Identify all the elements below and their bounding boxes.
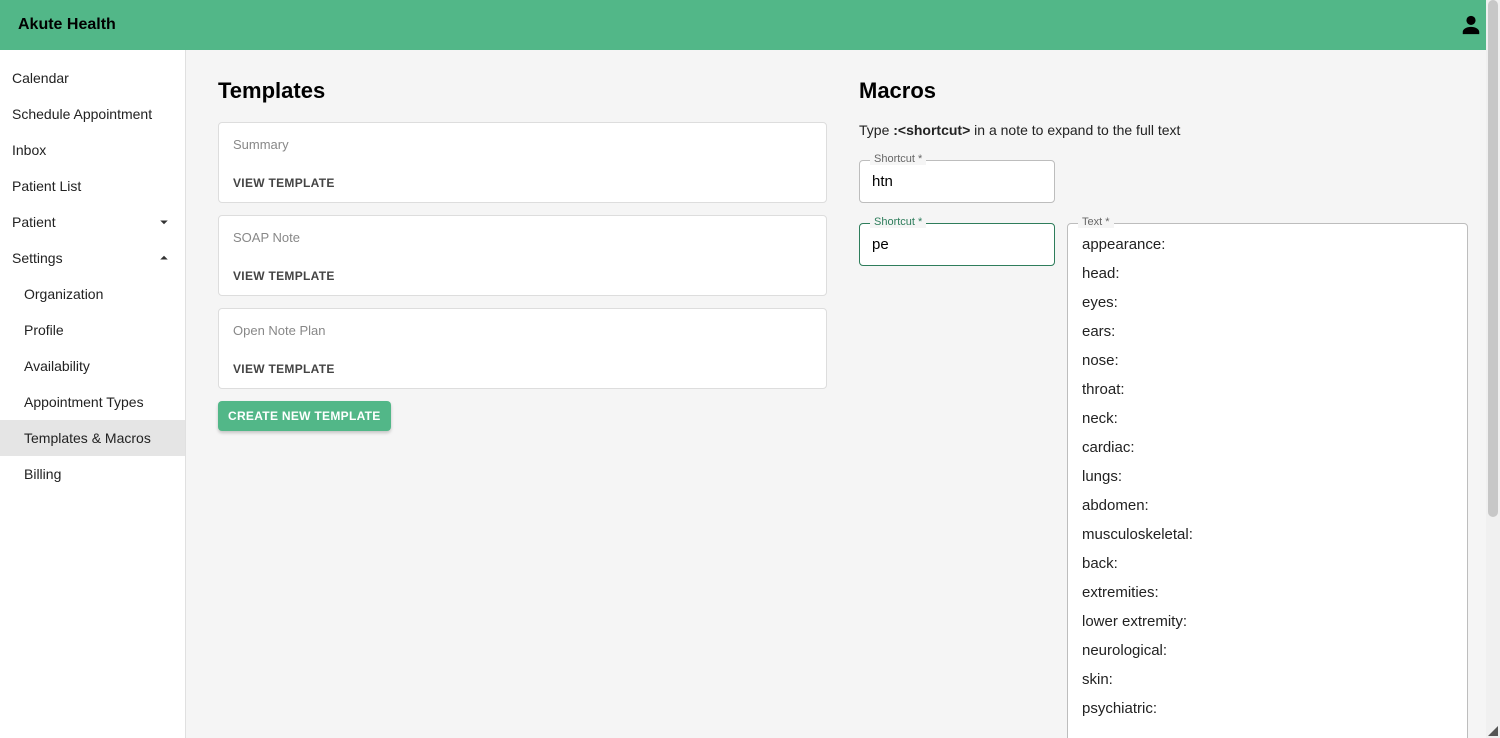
sidebar-item-billing[interactable]: Billing: [0, 456, 185, 492]
macro-text-line: extremities:: [1082, 584, 1453, 601]
sidebar-item-label: Calendar: [12, 70, 69, 86]
macro-text-line: neck:: [1082, 410, 1453, 427]
sidebar-item-organization[interactable]: Organization: [0, 276, 185, 312]
template-card: Summary VIEW TEMPLATE: [218, 122, 827, 203]
sidebar-item-label: Availability: [24, 358, 90, 374]
view-template-button[interactable]: VIEW TEMPLATE: [233, 362, 335, 376]
macros-description: Type :<shortcut> in a note to expand to …: [859, 122, 1468, 138]
template-name: Summary: [233, 137, 812, 152]
resize-grip-icon: [1488, 726, 1498, 736]
sidebar-item-templates-macros[interactable]: Templates & Macros: [0, 420, 185, 456]
template-card: SOAP Note VIEW TEMPLATE: [218, 215, 827, 296]
macro-text-line: abdomen:: [1082, 497, 1453, 514]
template-name: Open Note Plan: [233, 323, 812, 338]
template-card: Open Note Plan VIEW TEMPLATE: [218, 308, 827, 389]
field-label: Shortcut *: [870, 154, 926, 165]
macro-row-editing: Shortcut * Text * appearance:head:eyes:e…: [859, 223, 1468, 738]
macros-title: Macros: [859, 78, 1468, 104]
macro-text-line: head:: [1082, 265, 1453, 282]
sidebar-item-label: Settings: [12, 250, 63, 266]
view-template-button[interactable]: VIEW TEMPLATE: [233, 269, 335, 283]
field-label: Text *: [1078, 217, 1114, 228]
sidebar-item-patient[interactable]: Patient: [0, 204, 185, 240]
template-name: SOAP Note: [233, 230, 812, 245]
shortcut-input[interactable]: [860, 161, 1054, 202]
shortcut-input[interactable]: [860, 224, 1054, 265]
macro-text-line: eyes:: [1082, 294, 1453, 311]
macro-row: Shortcut *: [859, 160, 1468, 203]
macro-text-line: ears:: [1082, 323, 1453, 340]
scrollbar[interactable]: [1486, 0, 1500, 738]
scrollbar-thumb[interactable]: [1488, 0, 1498, 517]
macros-section: Macros Type :<shortcut> in a note to exp…: [859, 78, 1468, 710]
sidebar-item-calendar[interactable]: Calendar: [0, 60, 185, 96]
sidebar-item-label: Patient List: [12, 178, 81, 194]
chevron-down-icon: [155, 213, 173, 231]
brand-title: Akute Health: [18, 16, 116, 34]
appbar: Akute Health: [0, 0, 1500, 50]
shortcut-field[interactable]: Shortcut *: [859, 223, 1055, 266]
sidebar-item-settings[interactable]: Settings: [0, 240, 185, 276]
sidebar-item-schedule-appointment[interactable]: Schedule Appointment: [0, 96, 185, 132]
macro-text-line: skin:: [1082, 671, 1453, 688]
sidebar-item-label: Schedule Appointment: [12, 106, 152, 122]
macro-text-line: nose:: [1082, 352, 1453, 369]
macro-text-line: back:: [1082, 555, 1453, 572]
templates-section: Templates Summary VIEW TEMPLATE SOAP Not…: [218, 78, 827, 710]
sidebar-item-profile[interactable]: Profile: [0, 312, 185, 348]
field-label: Shortcut *: [870, 217, 926, 228]
sidebar-item-label: Appointment Types: [24, 394, 144, 410]
macro-text-line: musculoskeletal:: [1082, 526, 1453, 543]
macro-text-line: lower extremity:: [1082, 613, 1453, 630]
templates-title: Templates: [218, 78, 827, 104]
view-template-button[interactable]: VIEW TEMPLATE: [233, 176, 335, 190]
chevron-up-icon: [155, 249, 173, 267]
macro-text-body[interactable]: appearance: head: eyes: ears: nose: throat: ne…: [1068, 224, 1467, 738]
macros-desc-token: :<shortcut>: [893, 122, 970, 138]
create-new-template-button[interactable]: CREATE NEW TEMPLATE: [218, 401, 391, 431]
sidebar-item-inbox[interactable]: Inbox: [0, 132, 185, 168]
macro-text-field[interactable]: Text * appearance:head:eyes:ears:nose:th…: [1067, 223, 1468, 738]
sidebar-item-appointment-types[interactable]: Appointment Types: [0, 384, 185, 420]
macro-text-line: appearance:: [1082, 236, 1453, 253]
sidebar-item-label: Inbox: [12, 142, 46, 158]
sidebar-item-patient-list[interactable]: Patient List: [0, 168, 185, 204]
macro-text-line: neurological:: [1082, 642, 1453, 659]
macros-desc-suffix: in a note to expand to the full text: [970, 122, 1180, 138]
shortcut-field[interactable]: Shortcut *: [859, 160, 1055, 203]
macro-text-line: throat:: [1082, 381, 1453, 398]
macro-text-line: psychiatric:: [1082, 700, 1453, 717]
main-content: Templates Summary VIEW TEMPLATE SOAP Not…: [186, 50, 1500, 738]
sidebar: Calendar Schedule Appointment Inbox Pati…: [0, 50, 186, 738]
macro-text-line: cardiac:: [1082, 439, 1453, 456]
sidebar-item-label: Profile: [24, 322, 64, 338]
sidebar-item-label: Organization: [24, 286, 103, 302]
sidebar-item-label: Patient: [12, 214, 56, 230]
sidebar-item-label: Billing: [24, 466, 61, 482]
sidebar-item-label: Templates & Macros: [24, 430, 151, 446]
account-icon[interactable]: [1460, 14, 1482, 36]
macro-text-line: lungs:: [1082, 468, 1453, 485]
macros-desc-prefix: Type: [859, 122, 893, 138]
sidebar-item-availability[interactable]: Availability: [0, 348, 185, 384]
